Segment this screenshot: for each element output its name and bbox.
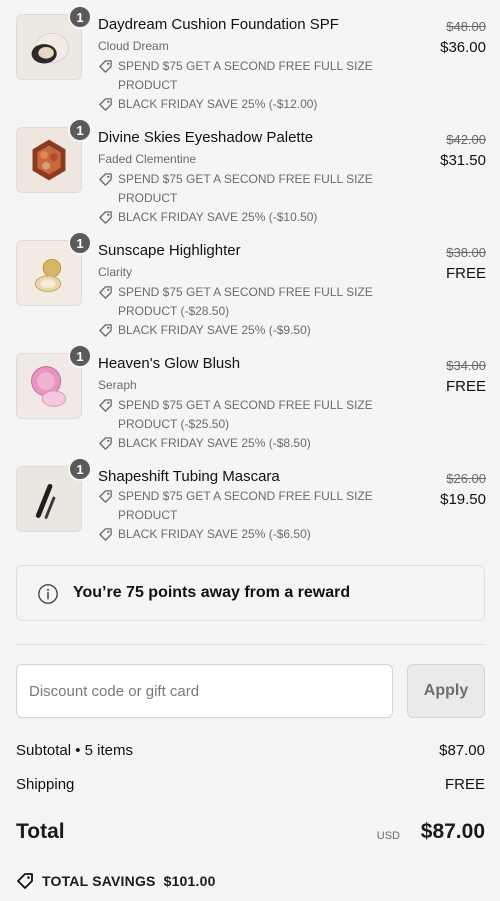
quantity-badge: 1: [68, 118, 92, 142]
quantity-badge: 1: [68, 457, 92, 481]
discount-text: SPEND $75 GET A SECOND FREE FULL SIZE PR…: [118, 398, 373, 431]
line-price: FREE: [445, 378, 486, 395]
line-price: $31.50: [440, 152, 486, 169]
cart-item: 1 Divine Skies Eyeshadow Palette Faded C…: [16, 118, 486, 227]
product-name: Heaven's Glow Blush: [98, 355, 241, 372]
discount-text: SPEND $75 GET A SECOND FREE FULL SIZE PR…: [118, 172, 373, 205]
tag-icon: [99, 211, 112, 224]
discount-line: SPEND $75 GET A SECOND FREE FULL SIZE PR…: [98, 283, 388, 321]
tag-icon: [99, 490, 112, 503]
info-icon: [38, 584, 58, 604]
tag-icon: [99, 437, 112, 450]
line-price: $19.50: [440, 491, 486, 508]
compare-price: $48.00: [446, 19, 486, 34]
discount-line: SPEND $75 GET A SECOND FREE FULL SIZE PR…: [98, 170, 388, 208]
discount-line: SPEND $75 GET A SECOND FREE FULL SIZE PR…: [98, 396, 388, 434]
tag-icon: [99, 286, 112, 299]
product-name: Sunscape Highlighter: [98, 242, 241, 259]
compare-price: $42.00: [446, 132, 486, 147]
discount-line: BLACK FRIDAY SAVE 25% (-$8.50): [98, 434, 388, 453]
compare-price: $34.00: [446, 358, 486, 373]
product-variant: Clarity: [98, 265, 133, 279]
tag-icon: [99, 324, 112, 337]
product-name: Shapeshift Tubing Mascara: [98, 468, 280, 485]
currency-code: USD: [376, 830, 400, 842]
discount-text: BLACK FRIDAY SAVE 25% (-$8.50): [118, 436, 311, 450]
product-variant: Seraph: [98, 378, 137, 392]
compare-price: $26.00: [446, 471, 486, 486]
discount-text: BLACK FRIDAY SAVE 25% (-$10.50): [118, 210, 318, 224]
discount-line: SPEND $75 GET A SECOND FREE FULL SIZE PR…: [98, 57, 388, 95]
cart-item: 1 Shapeshift Tubing Mascara SPEND $75 GE…: [16, 457, 486, 546]
discount-text: BLACK FRIDAY SAVE 25% (-$9.50): [118, 323, 311, 337]
discount-line: BLACK FRIDAY SAVE 25% (-$6.50): [98, 525, 388, 544]
reward-banner: You’re 75 points away from a reward: [16, 565, 485, 621]
total-savings: TOTAL SAVINGS $101.00: [16, 870, 216, 892]
divider: [16, 644, 485, 645]
discount-code-input[interactable]: [16, 664, 393, 718]
discount-text: BLACK FRIDAY SAVE 25% (-$12.00): [118, 97, 318, 111]
quantity-badge: 1: [68, 231, 92, 255]
quantity-badge: 1: [68, 5, 92, 29]
shipping-label: Shipping: [16, 776, 75, 793]
tag-icon: [99, 98, 112, 111]
total-value: $87.00: [420, 820, 485, 843]
subtotal-value: $87.00: [439, 742, 485, 759]
reward-text: You’re 75 points away from a reward: [73, 584, 351, 601]
line-price: FREE: [445, 265, 486, 282]
product-variant: Cloud Dream: [98, 39, 169, 53]
discount-text: BLACK FRIDAY SAVE 25% (-$6.50): [118, 527, 311, 541]
subtotal-label: Subtotal • 5 items: [16, 742, 133, 759]
tag-icon: [99, 173, 112, 186]
cart-item: 1 Heaven's Glow Blush Seraph SPEND $75 G…: [16, 344, 486, 453]
tag-icon: [17, 873, 33, 889]
discount-line: BLACK FRIDAY SAVE 25% (-$10.50): [98, 208, 388, 227]
cart-item: 1 Daydream Cushion Foundation SPF Cloud …: [16, 5, 486, 114]
shipping-value: FREE: [444, 776, 485, 793]
product-name: Divine Skies Eyeshadow Palette: [98, 129, 314, 146]
quantity-badge: 1: [68, 344, 92, 368]
savings-label: TOTAL SAVINGS: [42, 873, 156, 889]
tag-icon: [99, 60, 112, 73]
apply-button[interactable]: Apply: [407, 664, 485, 718]
total-label: Total: [16, 820, 65, 843]
compare-price: $38.00: [446, 245, 486, 260]
discount-line: BLACK FRIDAY SAVE 25% (-$12.00): [98, 95, 388, 114]
discount-line: BLACK FRIDAY SAVE 25% (-$9.50): [98, 321, 388, 340]
discount-line: SPEND $75 GET A SECOND FREE FULL SIZE PR…: [98, 487, 388, 525]
product-variant: Faded Clementine: [98, 152, 197, 166]
product-name: Daydream Cushion Foundation SPF: [98, 16, 339, 33]
savings-value: $101.00: [163, 873, 216, 889]
discount-text: SPEND $75 GET A SECOND FREE FULL SIZE PR…: [118, 59, 373, 92]
discount-text: SPEND $75 GET A SECOND FREE FULL SIZE PR…: [118, 285, 373, 318]
line-price: $36.00: [440, 39, 486, 56]
cart-item: 1 Sunscape Highlighter Clarity SPEND $75…: [16, 231, 486, 340]
tag-icon: [99, 528, 112, 541]
discount-text: SPEND $75 GET A SECOND FREE FULL SIZE PR…: [118, 489, 373, 522]
tag-icon: [99, 399, 112, 412]
